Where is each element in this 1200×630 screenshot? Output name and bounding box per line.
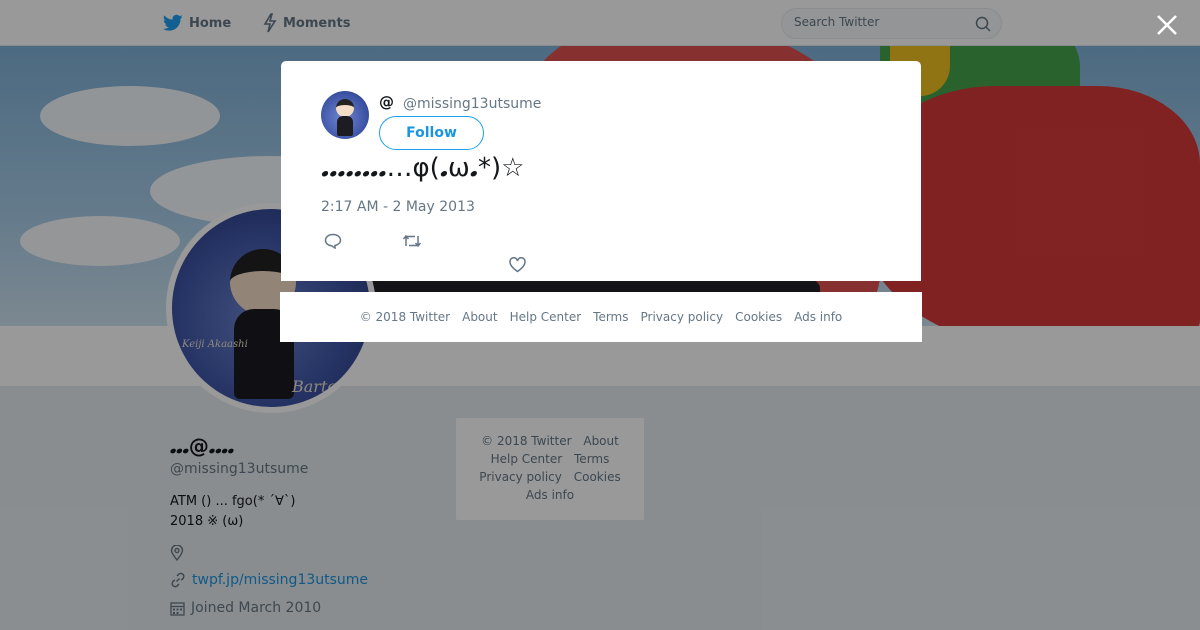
modal-footer-about-link[interactable]: About — [462, 310, 497, 324]
modal-footer-terms-link[interactable]: Terms — [593, 310, 628, 324]
heart-icon[interactable] — [509, 257, 526, 273]
reply-icon[interactable] — [324, 233, 342, 249]
tweet-text: 𝅘𝅘𝅘𝅘𝅘𝅘𝅘𝅘…φ(𝅘ω𝅘*)☆ — [321, 153, 525, 183]
tweet-author-avatar[interactable] — [321, 91, 369, 139]
modal-footer-copyright: © 2018 Twitter — [359, 310, 451, 324]
tweet-timestamp[interactable]: 2:17 AM - 2 May 2013 — [321, 199, 475, 215]
follow-button[interactable]: Follow — [379, 116, 484, 150]
tweet-modal: @ @missing13utsume Follow 𝅘𝅘𝅘𝅘𝅘𝅘𝅘𝅘…φ(𝅘ω𝅘… — [281, 61, 921, 281]
modal-footer-help-link[interactable]: Help Center — [510, 310, 582, 324]
retweet-icon[interactable] — [402, 233, 422, 249]
modal-footer-privacy-link[interactable]: Privacy policy — [641, 310, 724, 324]
close-icon[interactable] — [1154, 12, 1180, 38]
modal-footer-ads-link[interactable]: Ads info — [794, 310, 842, 324]
modal-footer-cookies-link[interactable]: Cookies — [735, 310, 782, 324]
modal-footer: © 2018 Twitter About Help Center Terms P… — [280, 292, 922, 342]
tweet-author-handle[interactable]: @missing13utsume — [403, 96, 541, 112]
tweet-author-name[interactable]: @ — [379, 93, 394, 111]
